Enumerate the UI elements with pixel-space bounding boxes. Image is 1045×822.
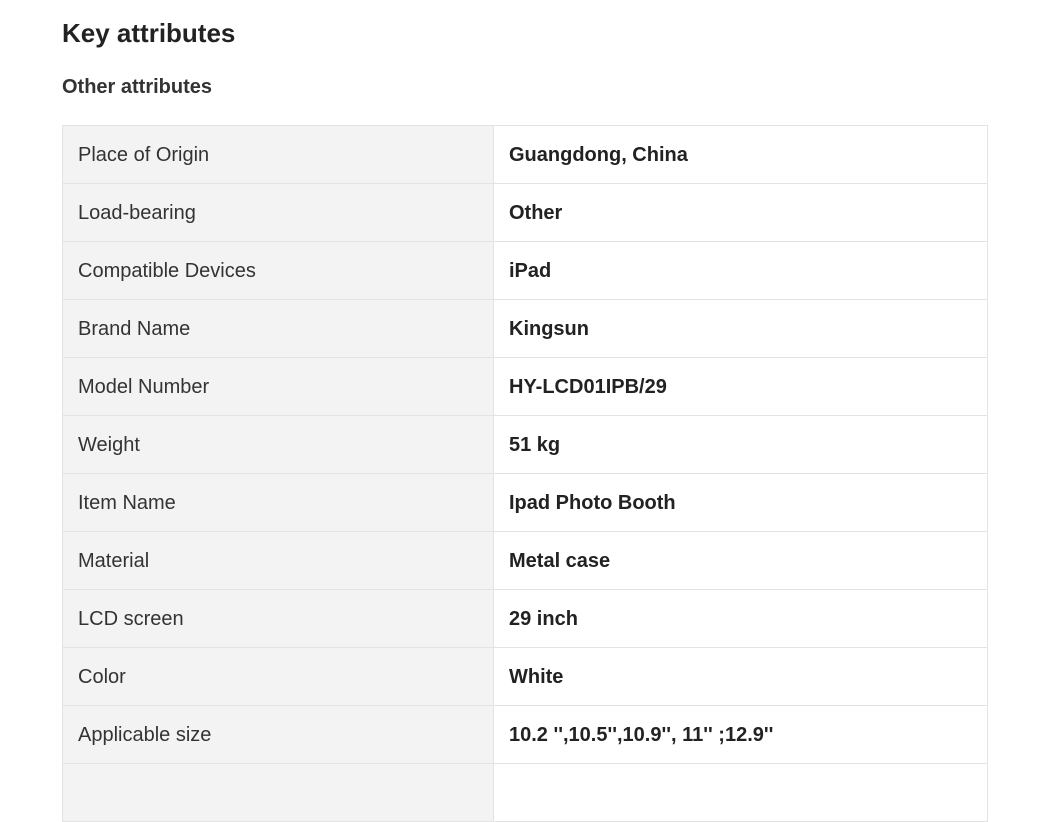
attribute-value: Guangdong, China — [493, 125, 988, 184]
table-row: Place of Origin Guangdong, China — [62, 125, 988, 184]
attribute-value: Ipad Photo Booth — [493, 473, 988, 532]
table-row: Brand Name Kingsun — [62, 299, 988, 358]
attribute-name: Brand Name — [62, 299, 494, 358]
table-row: Weight 51 kg — [62, 415, 988, 474]
attribute-value: Other — [493, 183, 988, 242]
attribute-value: 29 inch — [493, 589, 988, 648]
attribute-value: Metal case — [493, 531, 988, 590]
attribute-value: HY-LCD01IPB/29 — [493, 357, 988, 416]
attribute-value: Kingsun — [493, 299, 988, 358]
table-row: Applicable size 10.2 '',10.5'',10.9'', 11… — [62, 705, 988, 764]
attribute-name: LCD screen — [62, 589, 494, 648]
table-row: Material Metal case — [62, 531, 988, 590]
section-title: Key attributes — [62, 18, 236, 48]
table-row: Compatible Devices iPad — [62, 241, 988, 300]
attribute-name: Model Number — [62, 357, 494, 416]
attribute-value: iPad — [493, 241, 988, 300]
attribute-name: Load-bearing — [62, 183, 494, 242]
attribute-name: Compatible Devices — [62, 241, 494, 300]
attributes-table-body: Place of Origin Guangdong, China Load-bear… — [62, 125, 988, 822]
attributes-table: Place of Origin Guangdong, China Load-bear… — [62, 125, 988, 822]
attribute-value — [493, 763, 988, 822]
attribute-value: 10.2 '',10.5'',10.9'', 11'' ;12.9'' — [493, 705, 988, 764]
section-subtitle: Other attributes — [62, 76, 213, 98]
table-row: Model Number HY-LCD01IPB/29 — [62, 357, 988, 416]
attribute-name: Item Name — [62, 473, 494, 532]
attribute-name: Color — [62, 647, 494, 706]
attribute-name: Material — [62, 531, 494, 590]
attribute-name: Applicable size — [62, 705, 494, 764]
attribute-value: 51 kg — [493, 415, 988, 474]
table-row: Item Name Ipad Photo Booth — [62, 473, 988, 532]
table-row — [62, 763, 988, 822]
attribute-name: Place of Origin — [62, 125, 494, 184]
table-row: Color White — [62, 647, 988, 706]
attribute-name: Weight — [62, 415, 494, 474]
attribute-value: White — [493, 647, 988, 706]
attribute-name — [62, 763, 494, 822]
table-row: Load-bearing Other — [62, 183, 988, 242]
table-row: LCD screen 29 inch — [62, 589, 988, 648]
